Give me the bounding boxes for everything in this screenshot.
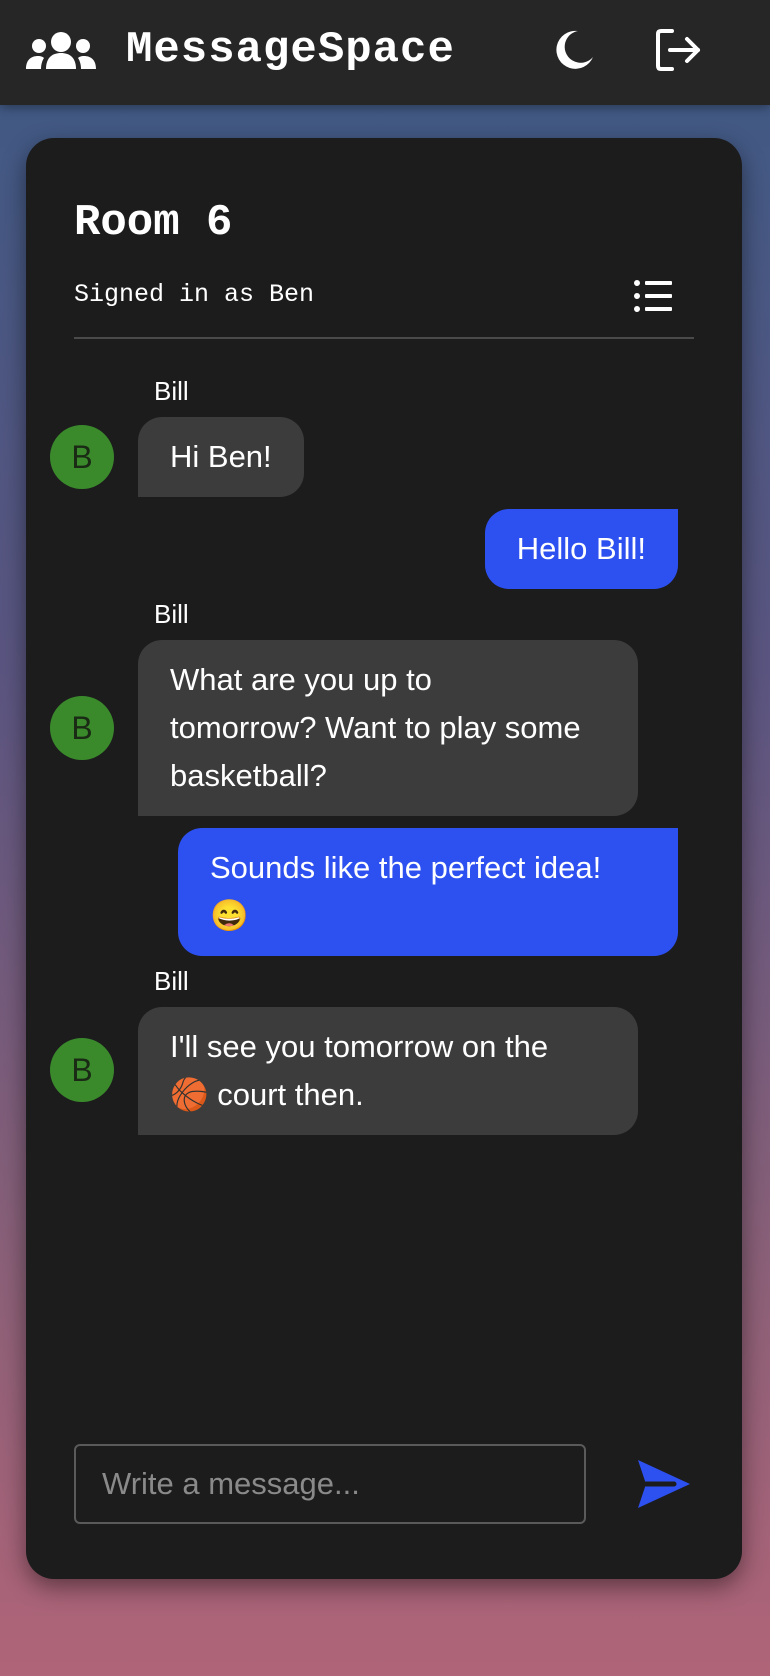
- message-text: Hi Ben!: [170, 439, 272, 474]
- signed-in-label: Signed in as Ben: [74, 280, 315, 309]
- avatar: B: [50, 1038, 114, 1102]
- message-sender: Bill: [154, 376, 189, 406]
- app-title: MessageSpace: [126, 25, 455, 75]
- message-bubble-outgoing: Sounds like the perfect idea! 😄: [178, 828, 678, 956]
- room-title: Room 6: [74, 198, 233, 248]
- message-text: basketball?: [170, 758, 327, 793]
- message-text: Sounds like the perfect idea!: [210, 850, 602, 885]
- avatar: B: [50, 696, 114, 760]
- message-input[interactable]: [74, 1444, 586, 1524]
- top-navbar: MessageSpace: [0, 0, 770, 105]
- chat-card: Room 6 Signed in as Ben Bill B Hi Ben! H…: [26, 138, 742, 1579]
- avatar: B: [50, 425, 114, 489]
- message-text: 🏀 court then.: [170, 1077, 364, 1112]
- users-icon: [26, 32, 96, 69]
- message-bubble-outgoing: Hello Bill!: [484, 509, 678, 589]
- message-text: tomorrow? Want to play some: [170, 710, 581, 745]
- message-text: 😄: [210, 898, 249, 933]
- send-icon[interactable]: [634, 1456, 694, 1512]
- message-text: I'll see you tomorrow on the: [170, 1029, 549, 1064]
- message-bubble-incoming: What are you up to tomorrow? Want to pla…: [138, 640, 638, 816]
- header-divider: [74, 337, 694, 339]
- message-text: Hello Bill!: [516, 531, 646, 566]
- message-text: What are you up to: [170, 662, 432, 697]
- list-icon[interactable]: [633, 278, 673, 314]
- message-sender: Bill: [154, 599, 189, 629]
- message-bubble-incoming: I'll see you tomorrow on the 🏀 court the…: [138, 1007, 638, 1135]
- message-sender: Bill: [154, 966, 189, 996]
- message-bubble-incoming: Hi Ben!: [138, 417, 304, 497]
- logout-icon[interactable]: [654, 27, 702, 73]
- moon-icon[interactable]: [551, 27, 597, 73]
